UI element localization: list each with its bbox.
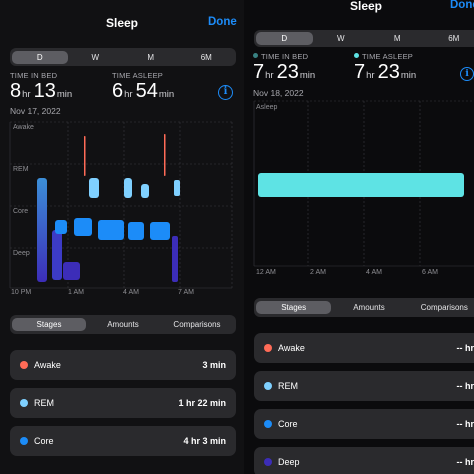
list-item-awake[interactable]: Awake -- hr: [254, 333, 474, 363]
list-item-core[interactable]: Core -- hr: [254, 409, 474, 439]
row-value: -- hr: [456, 457, 474, 467]
time-tick: 4 AM: [123, 289, 139, 296]
time-tick: 7 AM: [178, 289, 194, 296]
row-value: 3 min: [202, 360, 226, 370]
list-item-core[interactable]: Core 4 hr 3 min: [10, 426, 236, 456]
tab-comparisons[interactable]: Comparisons: [407, 301, 474, 314]
rem-segments: [89, 178, 180, 198]
asleep-segment: [258, 173, 464, 197]
view-segmented-control: Stages Amounts Comparisons: [254, 298, 474, 317]
tab-amounts[interactable]: Amounts: [331, 301, 406, 314]
time-tick: 12 AM: [256, 269, 276, 276]
row-value: -- hr: [456, 343, 474, 353]
view-segmented-control: Stages Amounts Comparisons: [10, 315, 236, 334]
core-dot: [264, 420, 272, 428]
row-value: 1 hr 22 min: [178, 398, 226, 408]
tab-stages[interactable]: Stages: [12, 318, 86, 331]
tab-amounts[interactable]: Amounts: [86, 318, 160, 331]
row-label: Core: [278, 419, 298, 429]
right-sleep-screen: Sleep Done D W M 6M TIME IN BED 7hr23min…: [244, 0, 474, 474]
awake-dot: [264, 344, 272, 352]
list-item-deep[interactable]: Deep -- hr: [254, 447, 474, 474]
rem-dot: [264, 382, 272, 390]
awake-segments: [84, 134, 166, 176]
awake-dot: [20, 361, 28, 369]
row-label: Awake: [34, 360, 61, 370]
row-value: 4 hr 3 min: [183, 436, 226, 446]
tab-stages[interactable]: Stages: [256, 301, 332, 314]
time-tick: 4 AM: [366, 269, 382, 276]
left-sleep-screen: Sleep Done D W M 6M TIME IN BED 8hr 13min…: [0, 0, 244, 474]
row-value: -- hr: [456, 419, 474, 429]
row-label: Awake: [278, 343, 305, 353]
row-label: REM: [34, 398, 54, 408]
list-item-rem[interactable]: REM -- hr: [254, 371, 474, 401]
sleep-stages-chart: [9, 121, 233, 289]
row-label: REM: [278, 381, 298, 391]
row-label: Deep: [278, 457, 300, 467]
core-segments: [55, 218, 170, 240]
list-item-awake[interactable]: Awake 3 min: [10, 350, 236, 380]
asleep-chart: [253, 100, 474, 267]
time-tick: 10 PM: [11, 289, 32, 296]
time-tick: 2 AM: [310, 269, 326, 276]
core-dot: [20, 437, 28, 445]
deep-dot: [264, 458, 272, 466]
row-value: -- hr: [456, 381, 474, 391]
rem-dot: [20, 399, 28, 407]
row-label: Core: [34, 436, 54, 446]
time-tick: 1 AM: [68, 289, 84, 296]
time-tick: 6 AM: [422, 269, 438, 276]
list-item-rem[interactable]: REM 1 hr 22 min: [10, 388, 236, 418]
tab-comparisons[interactable]: Comparisons: [160, 318, 234, 331]
